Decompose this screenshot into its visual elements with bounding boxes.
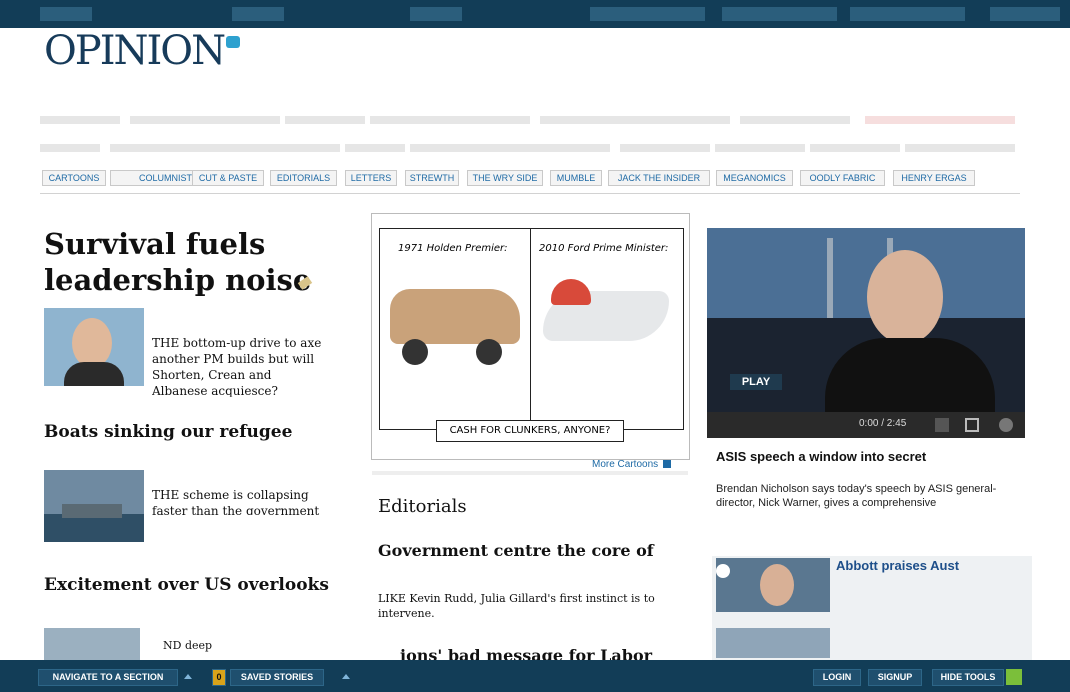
- divider: [372, 471, 688, 475]
- story-summary-4: ND deep: [163, 639, 213, 652]
- lead-headline[interactable]: Survival fuels leadership noise: [44, 226, 334, 296]
- nav-link[interactable]: [410, 144, 610, 152]
- chevron-up-icon: [184, 674, 192, 679]
- nav-button[interactable]: [810, 144, 900, 152]
- subnav-henry-ergas[interactable]: HENRY ERGAS: [893, 170, 975, 186]
- australia-map-icon: [226, 36, 241, 48]
- cartoon-image[interactable]: 1971 Holden Premier: 2010 Ford Prime Min…: [371, 213, 690, 460]
- video-controls: 0:00 / 2:45: [707, 412, 1025, 438]
- columnist-photo[interactable]: [44, 308, 144, 386]
- play-button[interactable]: PLAY: [730, 374, 782, 390]
- nav-button[interactable]: [40, 144, 100, 152]
- divider: [40, 193, 1020, 194]
- fullscreen-icon[interactable]: [965, 418, 979, 432]
- video-player[interactable]: [707, 228, 1025, 438]
- bottom-toolbar: NAVIGATE TO A SECTION 0 SAVED STORIES LO…: [0, 660, 1070, 692]
- nav-button[interactable]: [40, 116, 120, 124]
- nav-button[interactable]: [540, 116, 730, 124]
- cartoon-panel-right: 2010 Ford Prime Minister:: [530, 228, 684, 430]
- top-link-2[interactable]: [722, 7, 837, 21]
- subnav-strewth[interactable]: STREWTH: [405, 170, 459, 186]
- nav-button[interactable]: [740, 116, 850, 124]
- story-headline-boats[interactable]: Boats sinking our refugee: [44, 422, 344, 442]
- subnav-jack-the-insider[interactable]: JACK THE INSIDER: [608, 170, 710, 186]
- top-navigation-bar: [0, 0, 1070, 28]
- editorials-section-title[interactable]: Editorials: [378, 497, 468, 517]
- abbott-photo[interactable]: [716, 558, 830, 612]
- video-summary: Brendan Nicholson says today's speech by…: [716, 483, 997, 509]
- story-photo[interactable]: [44, 628, 140, 660]
- section-subnav: CARTOONS COLUMNISTS CUT & PASTE EDITORIA…: [40, 170, 1030, 186]
- play-icon: [716, 564, 730, 578]
- nav-link[interactable]: [620, 144, 710, 152]
- top-button-1[interactable]: [40, 7, 92, 21]
- cartoon-panel-left: 1971 Holden Premier:: [379, 228, 533, 430]
- lead-summary: THE bottom-up drive to axe another PM bu…: [152, 336, 322, 397]
- top-link-4[interactable]: [990, 7, 1060, 21]
- signup-button[interactable]: SIGNUP: [868, 669, 922, 686]
- nav-link[interactable]: [905, 144, 1015, 152]
- abbott-headline[interactable]: Abbott praises Aust: [836, 558, 976, 573]
- boat-photo[interactable]: [44, 470, 144, 542]
- speaker-face: [867, 250, 943, 344]
- nav-link[interactable]: [285, 116, 365, 124]
- subnav-cut-paste[interactable]: CUT & PASTE: [192, 170, 264, 186]
- search-field[interactable]: [865, 116, 1015, 124]
- saved-stories-button[interactable]: SAVED STORIES: [230, 669, 324, 686]
- opinion-logo[interactable]: OPINION: [44, 28, 276, 74]
- toggle-tools-icon[interactable]: [1006, 669, 1022, 685]
- login-button[interactable]: LOGIN: [813, 669, 861, 686]
- subnav-letters[interactable]: LETTERS: [345, 170, 397, 186]
- nav-button[interactable]: [110, 144, 340, 152]
- arrow-right-icon: [663, 460, 672, 469]
- nav-button[interactable]: [715, 144, 805, 152]
- nav-row-2: [40, 141, 1015, 155]
- share-icon[interactable]: [999, 418, 1013, 432]
- more-cartoons-link[interactable]: More Cartoons: [592, 459, 672, 470]
- top-button-2[interactable]: [232, 7, 284, 21]
- subnav-oodly-fabric[interactable]: OODLY FABRIC: [800, 170, 885, 186]
- story-summary-boats: THE scheme is collapsing faster than the…: [152, 488, 320, 515]
- editorial-headline-1[interactable]: Government centre the core of: [378, 541, 670, 561]
- top-link-3[interactable]: [850, 7, 965, 21]
- subnav-mumble[interactable]: MUMBLE: [550, 170, 602, 186]
- hide-tools-button[interactable]: HIDE TOOLS: [932, 669, 1004, 686]
- story-thumbnail[interactable]: [716, 628, 830, 658]
- saved-count-badge: 0: [212, 669, 226, 686]
- navigate-to-section-button[interactable]: NAVIGATE TO A SECTION: [38, 669, 178, 686]
- subnav-editorials[interactable]: EDITORIALS: [270, 170, 337, 186]
- story-headline-us[interactable]: Excitement over US overlooks: [44, 575, 330, 595]
- nav-row-1: [40, 113, 1015, 127]
- video-time: 0:00 / 2:45: [859, 418, 907, 429]
- nav-link[interactable]: [345, 144, 405, 152]
- video-headline[interactable]: ASIS speech a window into secret: [716, 449, 982, 464]
- subnav-the-wry-side[interactable]: THE WRY SIDE: [467, 170, 543, 186]
- nav-button[interactable]: [130, 116, 280, 124]
- editorial-summary-1: LIKE Kevin Rudd, Julia Gillard's first i…: [378, 592, 655, 620]
- volume-icon[interactable]: [935, 418, 949, 432]
- nav-button[interactable]: [370, 116, 530, 124]
- primary-navigation: [40, 113, 1020, 152]
- subnav-cartoons[interactable]: CARTOONS: [42, 170, 106, 186]
- subnav-meganomics[interactable]: MEGANOMICS: [716, 170, 793, 186]
- top-button-3[interactable]: [410, 7, 462, 21]
- top-link-1[interactable]: [590, 7, 705, 21]
- chevron-up-icon: [342, 674, 350, 679]
- cartoon-caption: CASH FOR CLUNKERS, ANYONE?: [436, 420, 624, 442]
